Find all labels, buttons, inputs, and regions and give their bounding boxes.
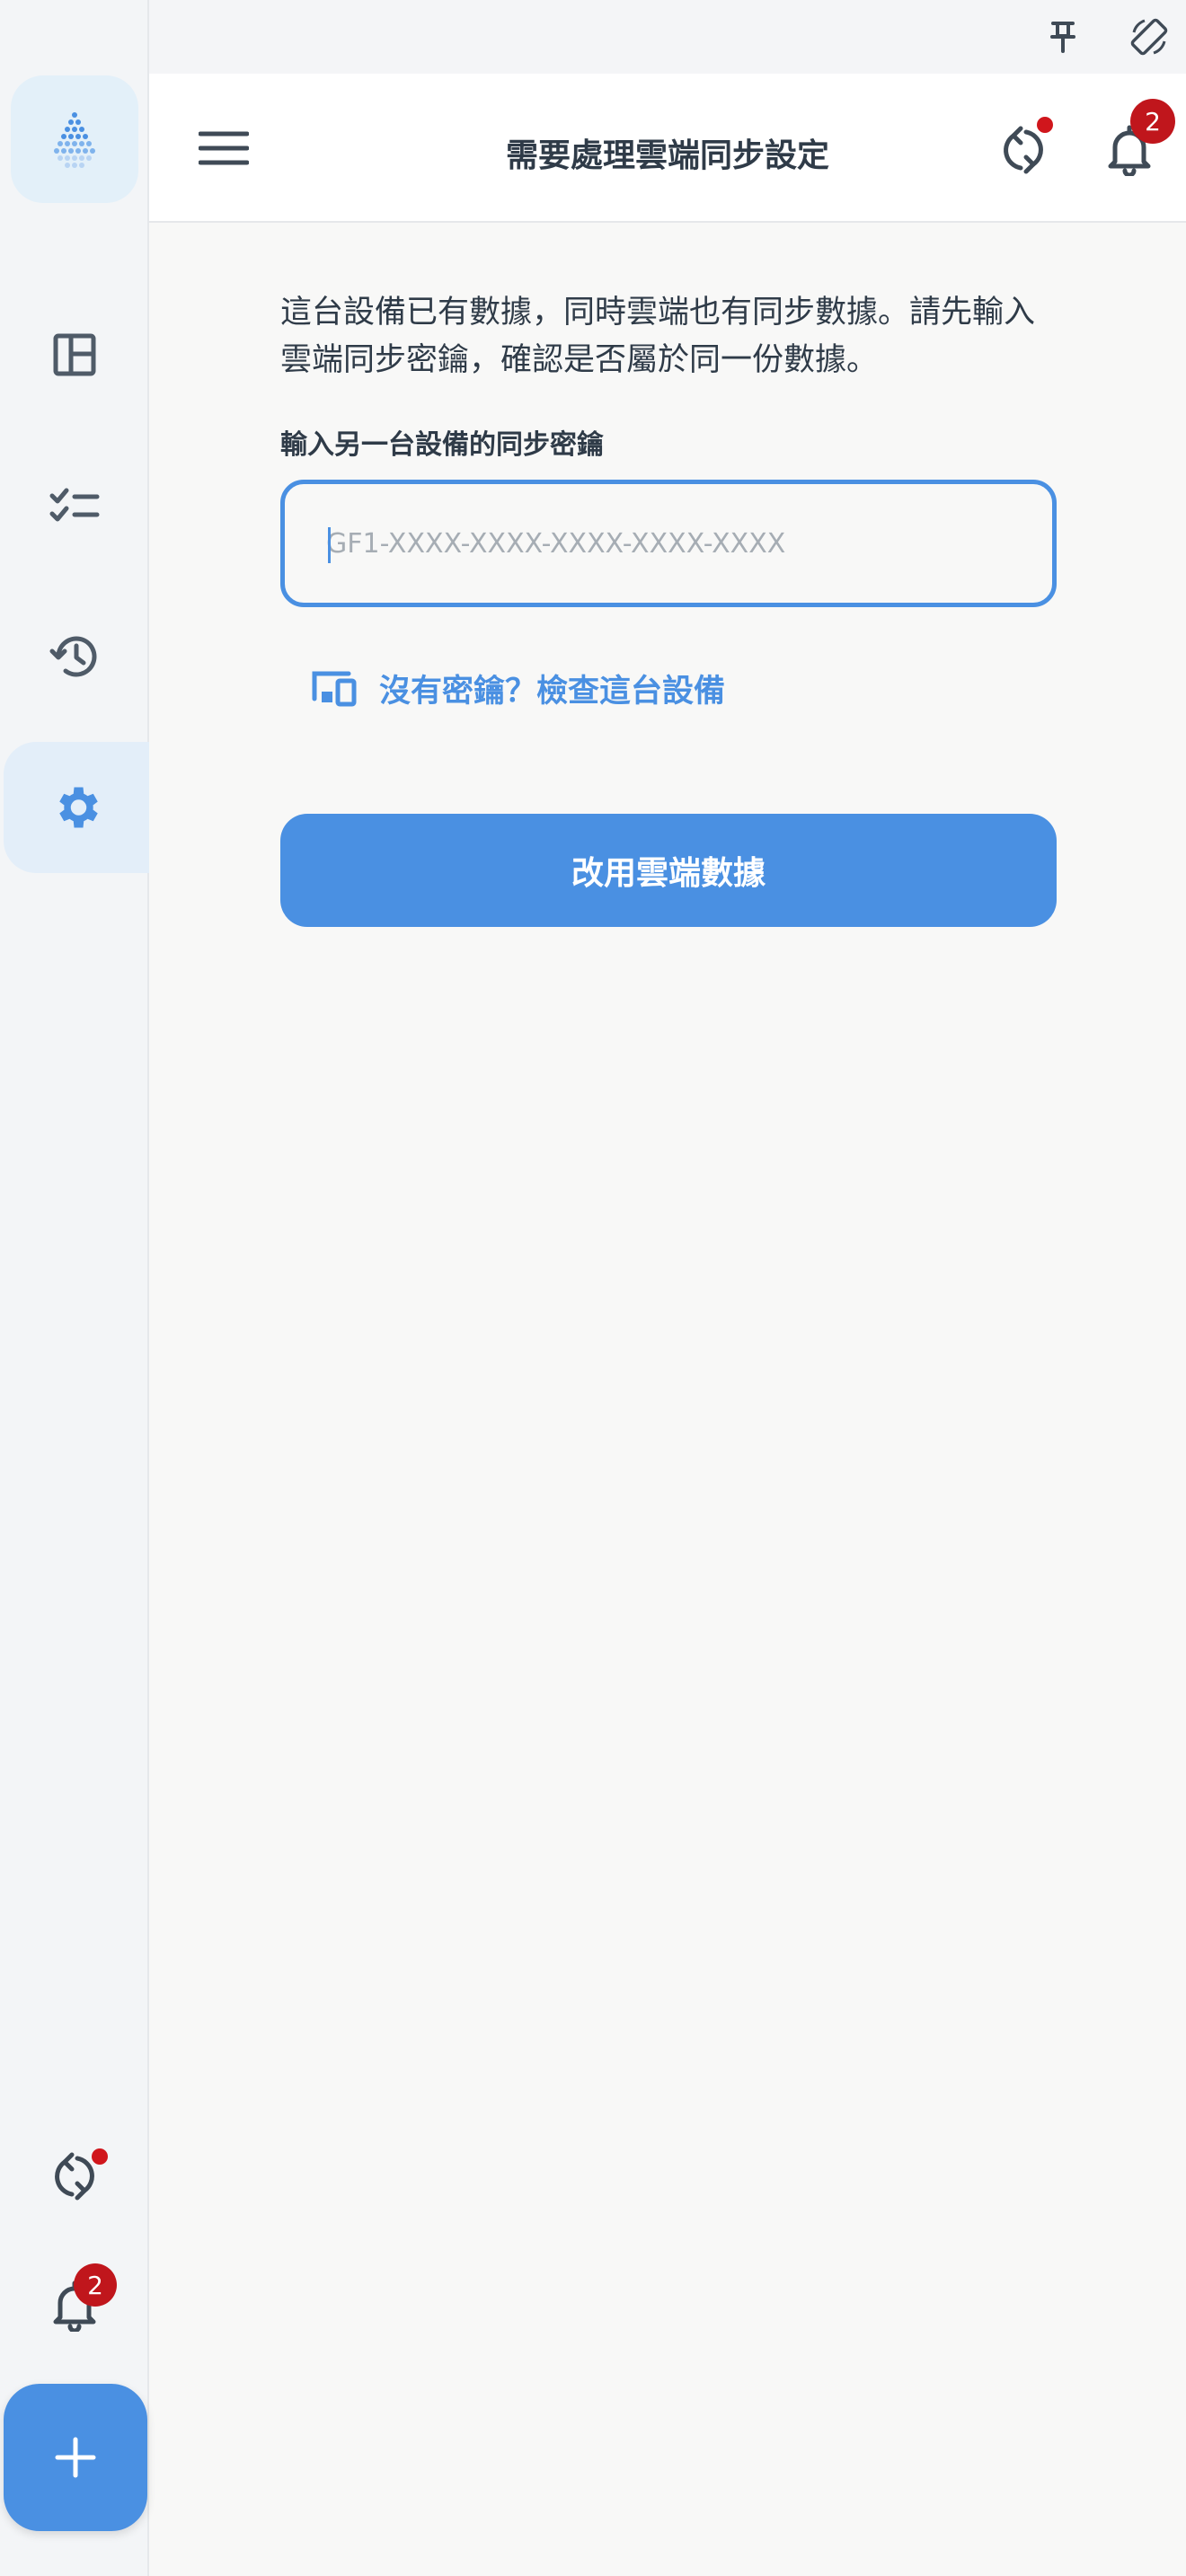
rotate-screen-button[interactable]: [1125, 13, 1173, 61]
sidebar-notifications-button[interactable]: 2: [14, 2245, 135, 2366]
sync-key-label: 輸入另一台設備的同步密鑰: [280, 429, 604, 461]
sync-alert-dot: [1037, 117, 1053, 133]
devices-icon: [312, 671, 357, 707]
header-sync-button[interactable]: [992, 117, 1055, 181]
app-bar: 需要處理雲端同步設定 2: [149, 74, 1186, 223]
header-notifications-button[interactable]: 2: [1098, 99, 1175, 181]
dashboard-icon: [53, 333, 96, 376]
sidebar: 2: [0, 0, 149, 2576]
text-caret: [328, 527, 331, 563]
gear-icon: [59, 787, 98, 828]
sync-description: 這台設備已有數據，同時雲端也有同步數據。請先輸入雲端同步密鑰，確認是否屬於同一份…: [280, 295, 1036, 378]
header-notification-badge: 2: [1130, 99, 1175, 144]
pin-button[interactable]: [1039, 13, 1087, 61]
checklist-icon: [49, 488, 100, 522]
logo-icon: [54, 112, 95, 168]
sync-alert-dot: [92, 2148, 108, 2165]
pin-icon: [1050, 22, 1075, 53]
nav-dashboard[interactable]: [14, 295, 135, 415]
screen-rotation-icon: [1130, 18, 1168, 56]
nav-settings[interactable]: [4, 742, 149, 873]
add-button[interactable]: [4, 2384, 147, 2531]
window-toolbar: [149, 0, 1186, 74]
sync-icon: [1004, 126, 1043, 174]
no-key-link[interactable]: 沒有密鑰？檢查這台設備: [311, 659, 725, 717]
sync-key-field: [280, 480, 1057, 607]
sidebar-sync-button[interactable]: [14, 2116, 135, 2236]
sync-key-input[interactable]: [285, 484, 1052, 603]
history-icon: [49, 636, 97, 677]
use-cloud-data-button[interactable]: 改用雲端數據: [280, 814, 1057, 927]
nav-tasks[interactable]: [14, 446, 135, 566]
nav-history[interactable]: [14, 596, 135, 717]
app-logo[interactable]: [11, 75, 138, 203]
no-key-link-label[interactable]: 沒有密鑰？檢查這台設備: [379, 666, 725, 711]
sidebar-notification-badge: 2: [74, 2263, 117, 2307]
plus-icon: [55, 2437, 96, 2478]
